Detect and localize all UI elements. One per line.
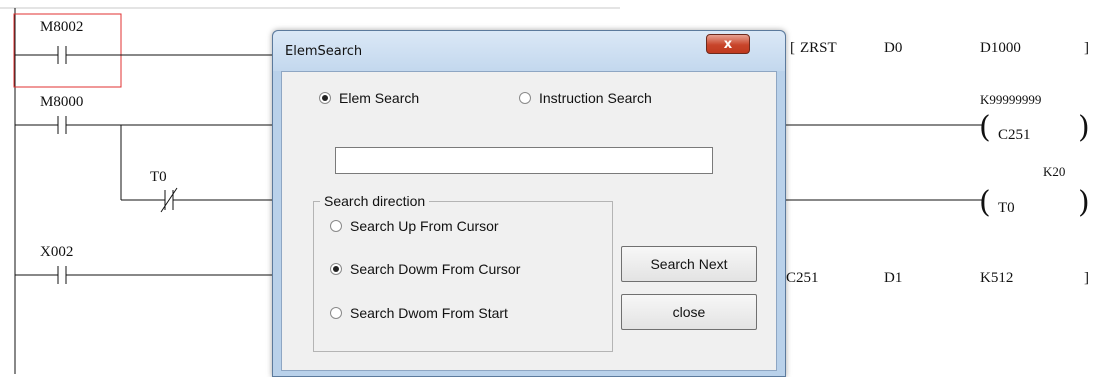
contact-label-x002: X002 [40, 244, 73, 260]
rung2-constant: K99999999 [980, 92, 1041, 107]
window-close-button[interactable]: x [706, 34, 750, 54]
rung1-operand-1: D0 [884, 40, 902, 56]
search-direction-label: Search direction [320, 193, 430, 209]
coil-close-paren: ) [1078, 110, 1090, 145]
radio-search-up-label: Search Up From Cursor [350, 218, 499, 234]
radio-instruction-search-label: Instruction Search [539, 90, 652, 106]
dialog-titlebar[interactable]: ElemSearch x [273, 31, 785, 71]
radio-search-down-start[interactable]: Search Dwom From Start [330, 305, 508, 321]
radio-search-down-cursor-label: Search Dowm From Cursor [350, 261, 521, 277]
radio-unselected-icon [330, 220, 342, 232]
coil-open-paren: ( [979, 110, 991, 145]
contact-label-t0: T0 [150, 169, 167, 185]
rung4-operand-0: C251 [786, 270, 819, 286]
radio-elem-search[interactable]: Elem Search [319, 90, 419, 106]
contact-label-m8000: M8000 [40, 94, 83, 110]
radio-unselected-icon [330, 307, 342, 319]
rung2-coil: C251 [998, 127, 1031, 143]
search-next-button[interactable]: Search Next [621, 246, 757, 282]
close-button[interactable]: close [621, 294, 757, 330]
rung1-instruction: ZRST [800, 40, 837, 56]
elem-search-dialog: ElemSearch x Elem Search Instruction Sea… [272, 30, 786, 377]
search-input[interactable] [335, 147, 713, 174]
radio-selected-icon [330, 263, 342, 275]
dialog-client-area: Elem Search Instruction Search Search di… [281, 71, 777, 371]
rung4-operand-1: D1 [884, 270, 902, 286]
bracket-open: [ [790, 40, 795, 56]
radio-unselected-icon [519, 92, 531, 104]
radio-search-up[interactable]: Search Up From Cursor [330, 218, 499, 234]
radio-selected-icon [319, 92, 331, 104]
rung4-bracket-close: ] [1084, 270, 1089, 286]
dialog-title: ElemSearch [285, 44, 363, 59]
coil-close-paren-2: ) [1078, 185, 1090, 220]
coil-open-paren-2: ( [979, 185, 991, 220]
rung1-operand-2: D1000 [980, 40, 1021, 56]
rung1-bracket-close: ] [1084, 40, 1089, 56]
rung3-constant: K20 [1043, 164, 1065, 179]
radio-elem-search-label: Elem Search [339, 90, 420, 106]
radio-instruction-search[interactable]: Instruction Search [519, 90, 652, 106]
contact-label-m8002: M8002 [40, 19, 83, 35]
radio-search-down-cursor[interactable]: Search Dowm From Cursor [330, 261, 520, 277]
rung3-coil: T0 [998, 200, 1015, 216]
rung4-operand-2: K512 [980, 270, 1013, 286]
radio-search-down-start-label: Search Dwom From Start [350, 305, 508, 321]
